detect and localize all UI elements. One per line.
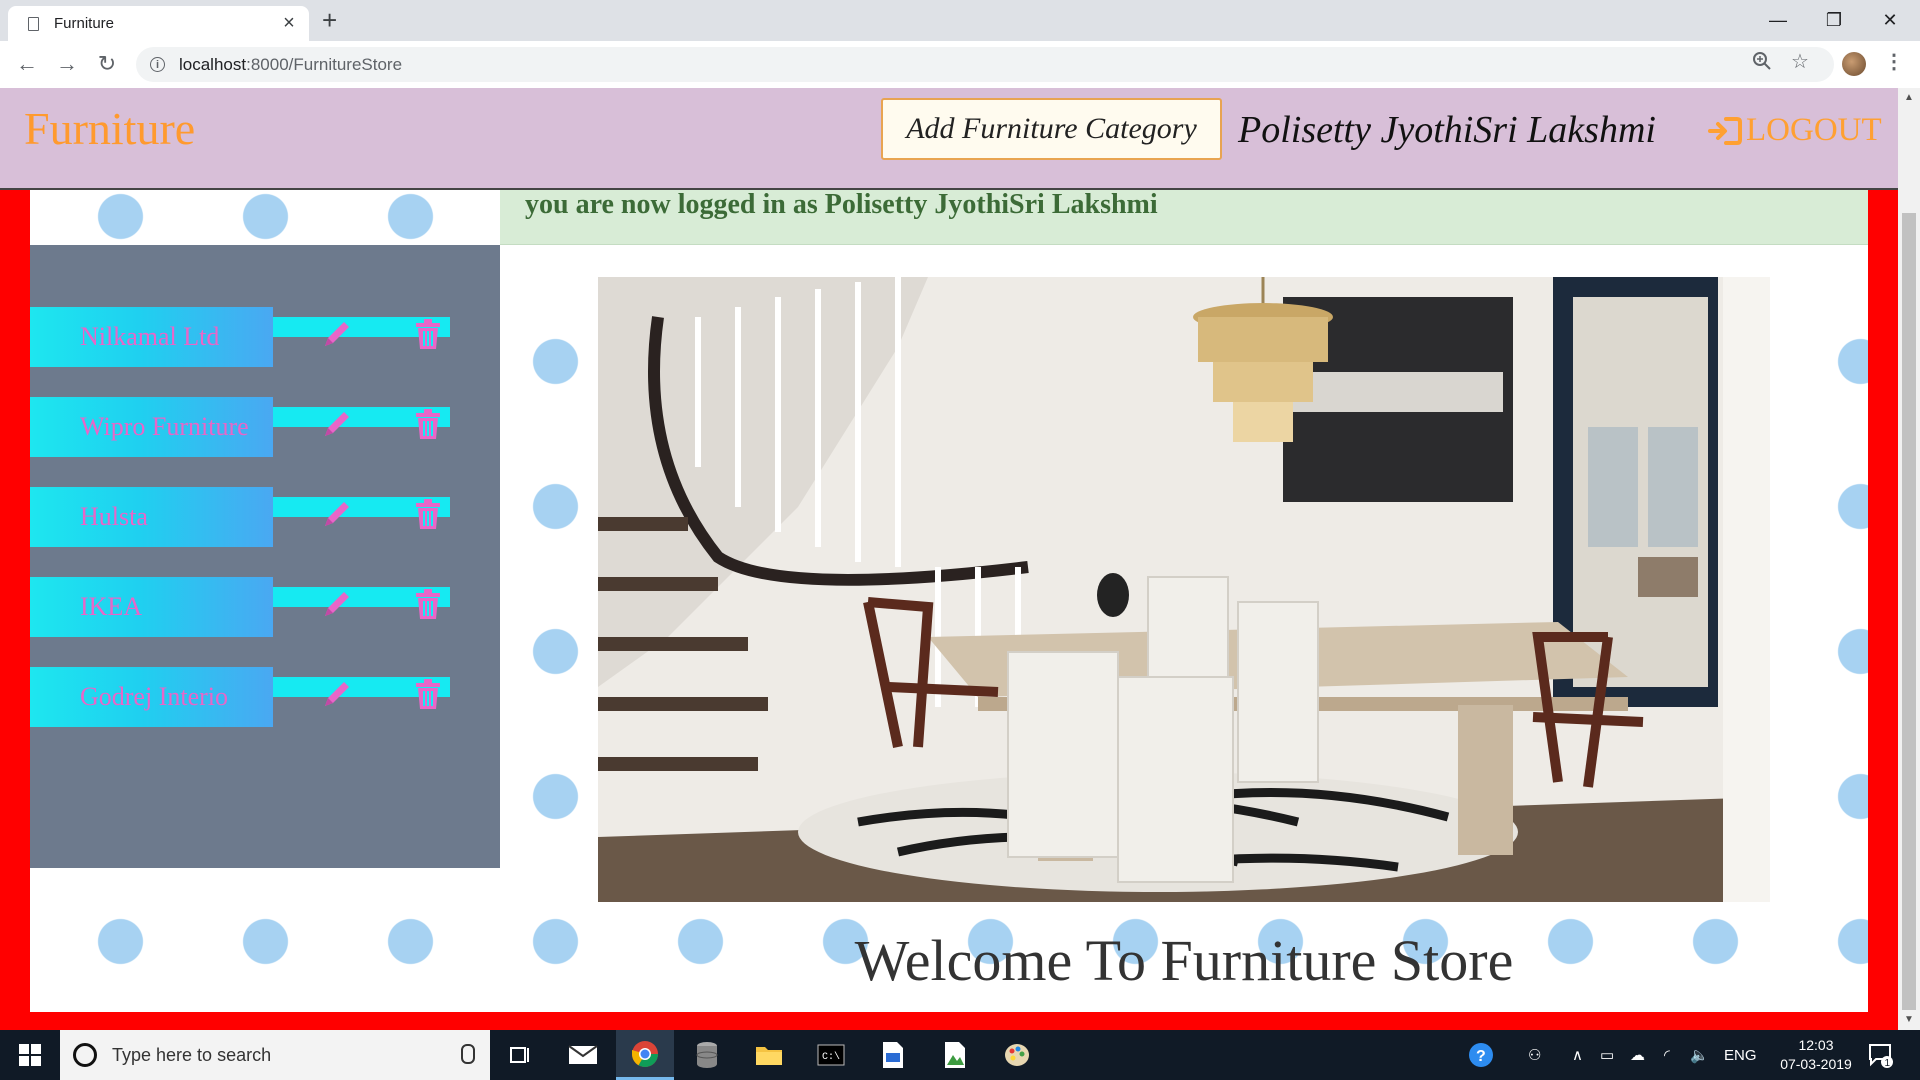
taskbar-search[interactable]: Type here to search bbox=[60, 1030, 490, 1080]
category-row: Wipro Furniture bbox=[30, 397, 450, 457]
welcome-heading: Welcome To Furniture Store bbox=[854, 928, 1514, 993]
scroll-up-arrow-icon[interactable]: ▲ bbox=[1904, 92, 1914, 103]
delete-trash-icon[interactable] bbox=[414, 407, 448, 441]
delete-trash-icon[interactable] bbox=[414, 317, 448, 351]
notification-center-icon[interactable]: 1 bbox=[1868, 1030, 1894, 1080]
database-icon[interactable] bbox=[678, 1030, 736, 1080]
alert-message: you are now logged in as Polisetty Jyoth… bbox=[525, 189, 1158, 220]
clock-date: 07-03-2019 bbox=[1780, 1056, 1852, 1072]
microphone-icon[interactable] bbox=[461, 1044, 475, 1064]
new-tab-icon[interactable]: + bbox=[322, 5, 337, 36]
page-scrollbar[interactable]: ▲ ▼ bbox=[1898, 88, 1920, 1030]
reload-icon[interactable]: ↻ bbox=[92, 49, 122, 79]
edit-pencil-icon[interactable] bbox=[320, 497, 354, 531]
browser-tab[interactable]: Furniture × bbox=[8, 6, 309, 41]
add-furniture-category-button[interactable]: Add Furniture Category bbox=[881, 98, 1222, 160]
windows-taskbar: Type here to search C:\ ? ⚇ ∧ ▭ ☁ ◜ 🔈 EN… bbox=[0, 1030, 1920, 1080]
category-row: Godrej Interio bbox=[30, 667, 450, 727]
back-icon[interactable]: ← bbox=[12, 49, 42, 79]
clock-time: 12:03 bbox=[1798, 1037, 1834, 1053]
login-success-alert: you are now logged in as Polisetty Jyoth… bbox=[500, 190, 1868, 245]
cortana-icon bbox=[73, 1043, 97, 1067]
svg-text:C:\: C:\ bbox=[822, 1051, 840, 1063]
command-prompt-icon[interactable]: C:\ bbox=[802, 1030, 860, 1080]
chrome-menu-icon[interactable]: ⋮ bbox=[1884, 49, 1904, 74]
edit-pencil-icon[interactable] bbox=[320, 407, 354, 441]
zoom-icon[interactable] bbox=[1752, 51, 1772, 77]
volume-icon[interactable]: 🔈 bbox=[1690, 1030, 1709, 1080]
paint-icon[interactable] bbox=[988, 1030, 1046, 1080]
task-view-icon[interactable] bbox=[492, 1030, 550, 1080]
logout-button[interactable]: LOGOUT bbox=[1706, 112, 1882, 149]
tab-title: Furniture bbox=[54, 15, 115, 32]
windows-start-icon[interactable] bbox=[0, 1030, 60, 1080]
bookmark-star-icon[interactable]: ☆ bbox=[1791, 49, 1809, 74]
notification-count: 1 bbox=[1885, 1058, 1891, 1068]
site-info-icon[interactable]: i bbox=[150, 57, 165, 72]
category-link[interactable]: Hulsta bbox=[30, 487, 273, 547]
brand-title[interactable]: Furniture bbox=[24, 102, 195, 155]
language-indicator[interactable]: ENG bbox=[1724, 1030, 1757, 1080]
profile-avatar[interactable] bbox=[1842, 52, 1866, 76]
window-close-icon[interactable]: ✕ bbox=[1862, 0, 1918, 41]
sign-out-icon bbox=[1708, 116, 1742, 145]
forward-icon[interactable]: → bbox=[52, 49, 82, 79]
wifi-icon[interactable]: ◜ bbox=[1664, 1030, 1670, 1080]
show-hidden-icons-chevron-icon[interactable]: ∧ bbox=[1572, 1030, 1583, 1080]
minimize-icon[interactable]: — bbox=[1750, 0, 1806, 41]
page-icon bbox=[28, 16, 39, 31]
url-host: localhost bbox=[179, 54, 247, 74]
category-row: Nilkamal Ltd bbox=[30, 307, 450, 367]
url-path: :8000/FurnitureStore bbox=[246, 54, 403, 74]
chrome-taskbar-icon[interactable] bbox=[616, 1030, 674, 1080]
battery-icon[interactable]: ▭ bbox=[1600, 1030, 1614, 1080]
search-placeholder: Type here to search bbox=[112, 1044, 272, 1065]
tab-close-icon[interactable]: × bbox=[275, 12, 303, 35]
category-row: IKEA bbox=[30, 577, 450, 637]
browser-tab-strip: Furniture × + — ❐ ✕ bbox=[0, 0, 1920, 41]
dining-room-photo bbox=[598, 277, 1770, 902]
delete-trash-icon[interactable] bbox=[414, 677, 448, 711]
document-editor-icon[interactable] bbox=[864, 1030, 922, 1080]
address-url[interactable]: localhost:8000/FurnitureStore bbox=[179, 55, 402, 75]
mail-icon[interactable] bbox=[554, 1030, 612, 1080]
scrollbar-thumb[interactable] bbox=[1902, 213, 1916, 1010]
address-bar[interactable]: i localhost:8000/FurnitureStore bbox=[136, 47, 1834, 82]
category-sidebar: Nilkamal Ltd Wipro Furniture Hulsta IKEA… bbox=[30, 245, 500, 868]
category-row: Hulsta bbox=[30, 487, 450, 547]
logout-label: LOGOUT bbox=[1746, 112, 1882, 148]
edit-pencil-icon[interactable] bbox=[320, 587, 354, 621]
people-icon[interactable]: ⚇ bbox=[1528, 1030, 1541, 1080]
help-icon[interactable]: ? bbox=[1468, 1030, 1494, 1080]
delete-trash-icon[interactable] bbox=[414, 587, 448, 621]
svg-text:?: ? bbox=[1476, 1048, 1486, 1065]
page-content: you are now logged in as Polisetty Jyoth… bbox=[30, 190, 1868, 1012]
site-header: Furniture Add Furniture Category Poliset… bbox=[0, 88, 1898, 190]
image-viewer-icon[interactable] bbox=[926, 1030, 984, 1080]
edit-pencil-icon[interactable] bbox=[320, 317, 354, 351]
delete-trash-icon[interactable] bbox=[414, 497, 448, 531]
category-link[interactable]: Wipro Furniture bbox=[30, 397, 273, 457]
restore-icon[interactable]: ❐ bbox=[1806, 0, 1862, 41]
category-link[interactable]: Nilkamal Ltd bbox=[30, 307, 273, 367]
scroll-down-arrow-icon[interactable]: ▼ bbox=[1904, 1014, 1914, 1025]
category-link[interactable]: IKEA bbox=[30, 577, 273, 637]
logged-in-username: Polisetty JyothiSri Lakshmi bbox=[1238, 109, 1656, 151]
system-clock[interactable]: 12:03 07-03-2019 bbox=[1776, 1036, 1856, 1074]
page-viewport: Furniture Add Furniture Category Poliset… bbox=[0, 88, 1898, 1030]
file-explorer-icon[interactable] bbox=[740, 1030, 798, 1080]
edit-pencil-icon[interactable] bbox=[320, 677, 354, 711]
category-link[interactable]: Godrej Interio bbox=[30, 667, 273, 727]
onedrive-cloud-icon[interactable]: ☁ bbox=[1630, 1030, 1645, 1080]
browser-toolbar: ← → ↻ i localhost:8000/FurnitureStore ☆ … bbox=[0, 41, 1920, 89]
